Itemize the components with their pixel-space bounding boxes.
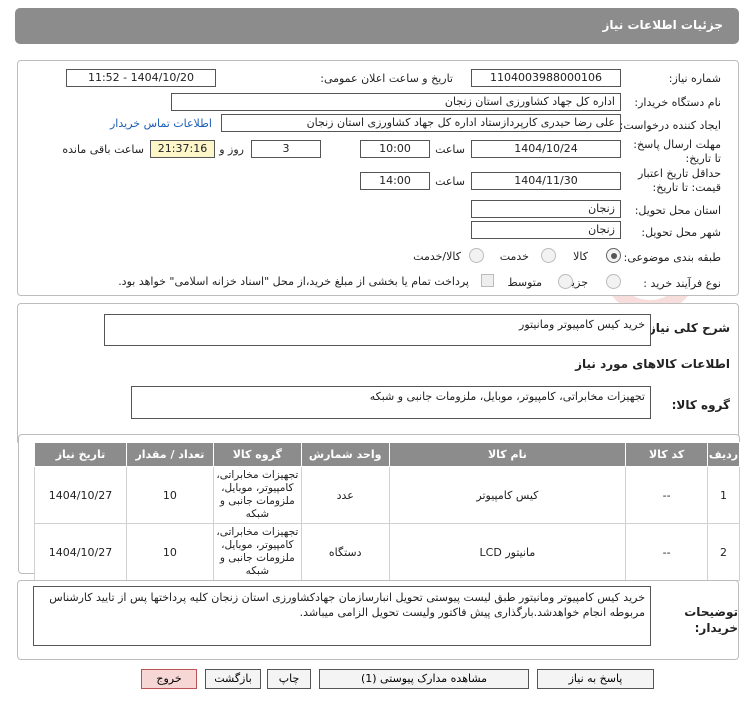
- cell-name: کیس کامپیوتر: [388, 466, 627, 524]
- process-type-label: نوع فرآیند خرید :: [643, 277, 721, 290]
- validity-date-field: 1404/11/30: [471, 172, 621, 190]
- process-radio-medium[interactable]: [558, 274, 573, 289]
- process-radio-minor[interactable]: [606, 274, 621, 289]
- deadline-time-label: ساعت: [435, 143, 465, 156]
- col-header-code: کد کالا: [625, 442, 709, 467]
- col-header-date: تاریخ نیاز: [34, 442, 127, 467]
- cell-qty: 10: [126, 466, 214, 524]
- buyer-notes-label: توضیحات خریدار:: [684, 605, 738, 635]
- days-field: 3: [251, 140, 321, 158]
- process-option-medium: متوسط: [507, 276, 542, 289]
- need-summary-field: خرید کیس کامپیوتر ومانیتور: [104, 314, 651, 346]
- table-row: 2 -- مانیتور LCD دستگاه تجهیزات مخابراتی…: [34, 523, 740, 581]
- cell-code: --: [625, 466, 709, 524]
- category-option-goods: کالا: [573, 250, 588, 263]
- table-row: 1 -- کیس کامپیوتر عدد تجهیزات مخابراتی، …: [34, 466, 740, 524]
- page-title: جزئیات اطلاعات نیاز: [602, 18, 723, 32]
- treasury-payment-checkbox[interactable]: [481, 274, 494, 287]
- cell-date: 1404/10/27: [34, 523, 127, 581]
- goods-table: ردیف کد کالا نام کالا واحد شمارش گروه کا…: [34, 442, 740, 581]
- deadline-label: مهلت ارسال پاسخ: تا تاریخ:: [633, 138, 721, 165]
- creator-label: ایجاد کننده درخواست:: [619, 119, 721, 132]
- province-label: استان محل تحویل:: [634, 204, 721, 217]
- validity-label: حداقل تاریخ اعتبار قیمت: تا تاریخ:: [637, 167, 721, 194]
- view-attachments-button[interactable]: مشاهده مدارک پیوستی (1): [319, 669, 529, 689]
- category-label: طبقه بندی موضوعی:: [623, 251, 721, 264]
- reply-button[interactable]: پاسخ به نیاز: [537, 669, 654, 689]
- need-number-field: 1104003988000106: [471, 69, 621, 87]
- deadline-time-field: 10:00: [360, 140, 430, 158]
- cell-row: 2: [707, 523, 740, 581]
- announce-date-field: 1404/10/20 - 11:52: [66, 69, 216, 87]
- remaining-time-label: ساعت باقی مانده: [62, 143, 144, 156]
- city-field: زنجان: [471, 221, 621, 239]
- cell-group: تجهیزات مخابراتی، کامپیوتر، موبایل، ملزو…: [212, 466, 302, 524]
- buyer-notes-field: خرید کیس کامپیوتر ومانیتور طبق لیست پیوس…: [33, 586, 651, 646]
- category-option-goods-service: کالا/خدمت: [413, 250, 461, 263]
- category-radio-goods-service[interactable]: [469, 248, 484, 263]
- exit-button[interactable]: خروج: [141, 669, 197, 689]
- category-radio-goods[interactable]: [606, 248, 621, 263]
- category-radio-service[interactable]: [541, 248, 556, 263]
- cell-qty: 10: [126, 523, 214, 581]
- goods-group-text: تجهیزات مخابراتی، کامپیوتر، موبایل، ملزو…: [369, 390, 645, 403]
- treasury-payment-note: پرداخت تمام یا بخشی از مبلغ خرید،از محل …: [118, 275, 469, 288]
- col-header-group: گروه کالا: [212, 442, 302, 467]
- category-option-service: خدمت: [499, 250, 529, 263]
- deadline-date-field: 1404/10/24: [471, 140, 621, 158]
- cell-code: --: [625, 523, 709, 581]
- cell-unit: دستگاه: [300, 523, 390, 581]
- remaining-time-field: 21:37:16: [150, 140, 215, 158]
- goods-group-label: گروه کالا:: [671, 398, 730, 412]
- validity-time-field: 14:00: [360, 172, 430, 190]
- province-field: زنجان: [471, 200, 621, 218]
- cell-row: 1: [707, 466, 740, 524]
- need-summary-text: خرید کیس کامپیوتر ومانیتور: [519, 318, 645, 331]
- page-header: جزئیات اطلاعات نیاز: [15, 8, 739, 44]
- validity-time-label: ساعت: [435, 175, 465, 188]
- goods-section-title: اطلاعات کالاهای مورد نیاز: [575, 357, 730, 371]
- col-header-row: ردیف: [707, 442, 740, 467]
- cell-group: تجهیزات مخابراتی، کامپیوتر، موبایل، ملزو…: [212, 523, 302, 581]
- goods-table-header-row: ردیف کد کالا نام کالا واحد شمارش گروه کا…: [34, 442, 740, 467]
- cell-date: 1404/10/27: [34, 466, 127, 524]
- goods-group-field: تجهیزات مخابراتی، کامپیوتر، موبایل، ملزو…: [131, 386, 651, 419]
- days-label: روز و: [219, 143, 244, 156]
- buyer-org-label: نام دستگاه خریدار:: [634, 96, 721, 109]
- buyer-notes-text: خرید کیس کامپیوتر ومانیتور طبق لیست پیوس…: [49, 591, 645, 619]
- col-header-unit: واحد شمارش: [300, 442, 390, 467]
- city-label: شهر محل تحویل:: [641, 226, 721, 239]
- announce-date-label: تاریخ و ساعت اعلان عمومی:: [320, 72, 453, 85]
- print-button[interactable]: چاپ: [267, 669, 311, 689]
- col-header-qty: تعداد / مقدار: [126, 442, 214, 467]
- need-summary-label: شرح کلی نیاز:: [644, 321, 730, 335]
- buyer-org-field: اداره کل جهاد کشاورزی استان زنجان: [171, 93, 621, 111]
- buyer-contact-link[interactable]: اطلاعات تماس خریدار: [110, 117, 212, 130]
- need-number-label: شماره نیاز:: [668, 72, 721, 85]
- creator-field: علی رضا حیدری کارپردازستاد اداره کل جهاد…: [221, 114, 621, 132]
- cell-name: مانیتور LCD: [388, 523, 627, 581]
- back-button[interactable]: بازگشت: [205, 669, 261, 689]
- cell-unit: عدد: [300, 466, 390, 524]
- col-header-name: نام کالا: [388, 442, 627, 467]
